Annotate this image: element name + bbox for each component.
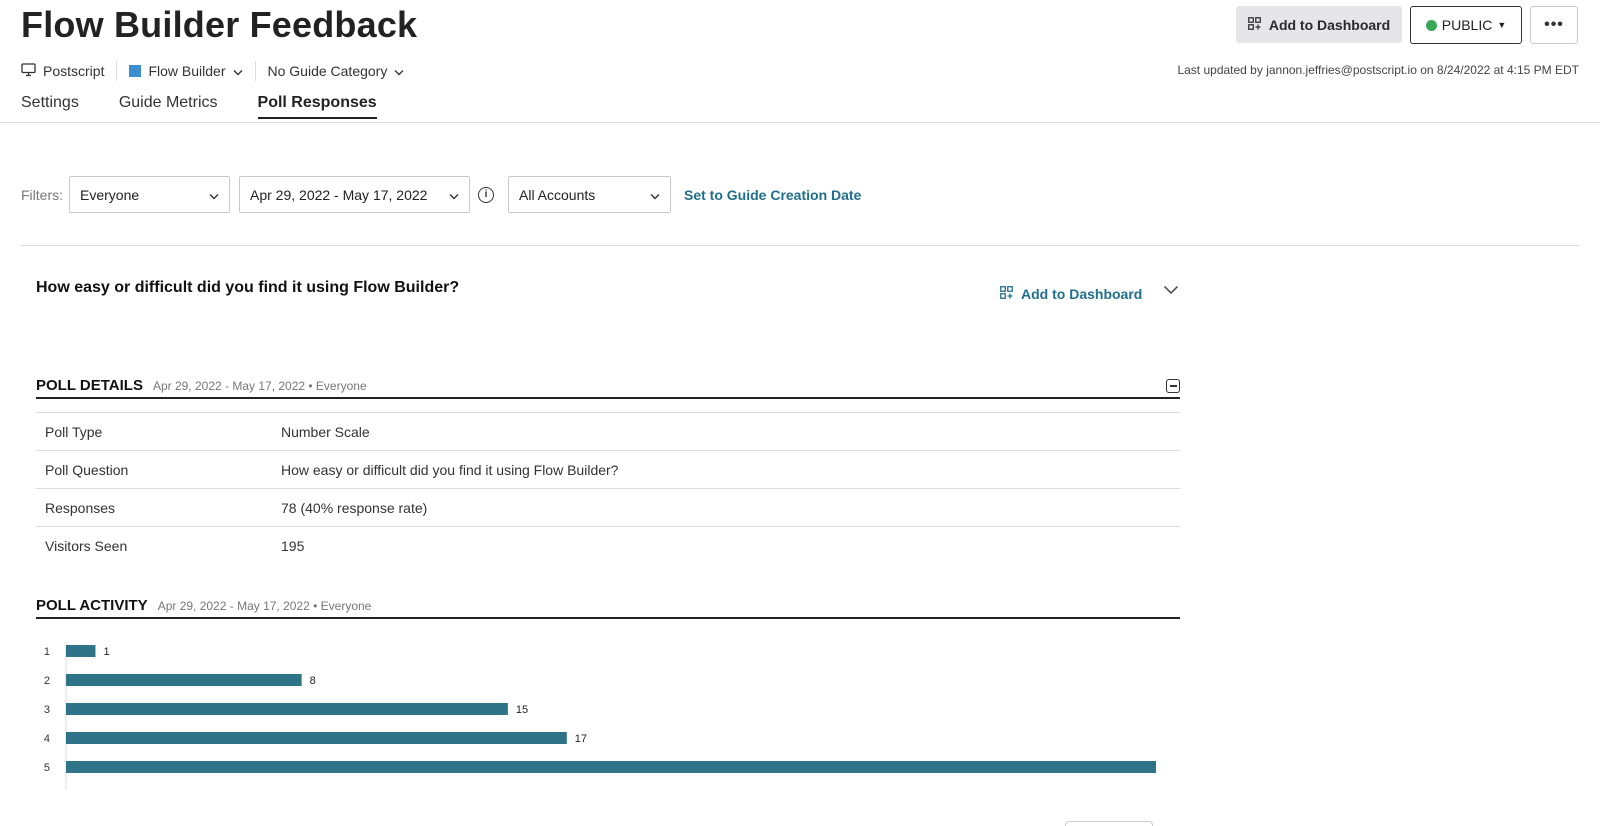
filters-bar: Filters: Everyone Apr 29, 2022 - May 17,…	[21, 176, 861, 213]
poll-details-table: Poll Type Number Scale Poll Question How…	[36, 412, 1180, 565]
monitor-icon	[21, 62, 36, 80]
guide-meta-row: Postscript Flow Builder No Guide Categor…	[21, 60, 404, 82]
chevron-down-icon	[394, 63, 404, 79]
row-key: Responses	[45, 499, 116, 516]
table-row: Poll Question How easy or difficult did …	[36, 451, 1180, 489]
status-dot-icon	[1425, 19, 1437, 31]
add-to-dashboard-label: Add to Dashboard	[1268, 16, 1391, 33]
row-key: Poll Type	[45, 423, 103, 440]
add-to-dashboard-button[interactable]: Add to Dashboard	[1236, 6, 1402, 43]
row-value: Number Scale	[281, 423, 370, 440]
filters-divider	[21, 245, 1579, 246]
tab-guide-metrics[interactable]: Guide Metrics	[119, 94, 218, 119]
chevron-down-icon	[233, 63, 243, 79]
poll-activity-header: POLL ACTIVITY Apr 29, 2022 - May 17, 202…	[36, 597, 1180, 619]
bar[interactable]	[66, 645, 96, 657]
tab-poll-responses[interactable]: Poll Responses	[257, 94, 377, 119]
visibility-dropdown[interactable]: PUBLIC ▼	[1410, 6, 1522, 44]
row-value: 78 (40% response rate)	[281, 499, 428, 516]
poll-activity-title: POLL ACTIVITY	[36, 597, 148, 614]
data-label: 15	[516, 704, 528, 716]
tabs-divider	[0, 122, 1600, 123]
divider	[116, 61, 118, 81]
expand-chevron-icon[interactable]	[1163, 282, 1179, 300]
bar[interactable]	[66, 674, 302, 686]
data-label: 1	[103, 646, 109, 658]
bar[interactable]	[66, 703, 508, 715]
table-row: Visitors Seen 195	[36, 527, 1180, 565]
product-color-icon	[129, 65, 142, 77]
accounts-value: All Accounts	[519, 186, 596, 203]
more-icon: •••	[1544, 16, 1564, 33]
dashboard-icon	[1000, 286, 1013, 302]
poll-activity-subtitle: Apr 29, 2022 - May 17, 2022 • Everyone	[157, 599, 372, 613]
tab-settings[interactable]: Settings	[21, 94, 79, 119]
poll-activity-chart: 1 1 2 8 3 15 4 17 5	[44, 642, 1156, 790]
date-range-value: Apr 29, 2022 - May 17, 2022	[250, 186, 428, 203]
poll-details-header: POLL DETAILS Apr 29, 2022 - May 17, 2022…	[36, 377, 1180, 399]
poll-details-title: POLL DETAILS	[36, 377, 143, 394]
guide-category-dropdown[interactable]: No Guide Category	[268, 63, 405, 79]
visibility-label: PUBLIC	[1441, 17, 1493, 33]
accounts-select[interactable]: All Accounts	[508, 176, 671, 213]
chevron-down-icon	[449, 187, 459, 203]
bar[interactable]	[66, 761, 1156, 773]
table-row: Responses 78 (40% response rate)	[36, 489, 1180, 527]
segment-value: Everyone	[80, 186, 140, 203]
data-label: 17	[575, 733, 587, 745]
caret-down-icon: ▼	[1497, 20, 1507, 30]
poll-add-to-dashboard-link[interactable]: Add to Dashboard	[1000, 286, 1142, 302]
date-range-select[interactable]: Apr 29, 2022 - May 17, 2022	[239, 176, 470, 213]
table-row: Poll Type Number Scale	[36, 413, 1180, 451]
data-label: 8	[310, 675, 316, 687]
bar[interactable]	[66, 732, 567, 744]
last-updated-text: Last updated by jannon.jeffries@postscri…	[1177, 63, 1579, 77]
footer-tab	[1065, 821, 1153, 826]
row-value: How easy or difficult did you find it us…	[281, 461, 619, 478]
segment-select[interactable]: Everyone	[69, 176, 230, 213]
poll-details-subtitle: Apr 29, 2022 - May 17, 2022 • Everyone	[152, 379, 367, 393]
divider	[254, 61, 256, 81]
guide-tabs: Settings Guide Metrics Poll Responses	[21, 94, 377, 119]
page-title: Flow Builder Feedback	[21, 4, 418, 45]
chevron-down-icon	[650, 187, 660, 203]
row-key: Visitors Seen	[45, 538, 128, 554]
app-selector[interactable]: Postscript	[21, 62, 105, 80]
y-tick-label: 5	[44, 762, 50, 774]
guide-category-label: No Guide Category	[267, 63, 388, 79]
product-area-label: Flow Builder	[148, 63, 226, 79]
app-label: Postscript	[43, 63, 105, 79]
y-tick-label: 4	[44, 733, 50, 745]
row-value: 195	[281, 538, 305, 554]
dashboard-icon	[1247, 16, 1261, 33]
collapse-icon[interactable]	[1166, 379, 1180, 393]
info-icon[interactable]: i	[478, 186, 494, 203]
y-tick-label: 2	[44, 675, 50, 687]
set-guide-creation-date-link[interactable]: Set to Guide Creation Date	[684, 187, 861, 203]
y-tick-label: 3	[44, 704, 50, 716]
y-tick-label: 1	[44, 646, 50, 658]
filters-label: Filters:	[21, 186, 63, 203]
product-area-dropdown[interactable]: Flow Builder	[129, 63, 242, 79]
poll-add-to-dashboard-label: Add to Dashboard	[1021, 286, 1143, 302]
more-options-button[interactable]: •••	[1530, 6, 1578, 44]
chevron-down-icon	[209, 187, 219, 203]
row-key: Poll Question	[45, 461, 129, 478]
poll-question-heading: How easy or difficult did you find it us…	[36, 279, 460, 296]
